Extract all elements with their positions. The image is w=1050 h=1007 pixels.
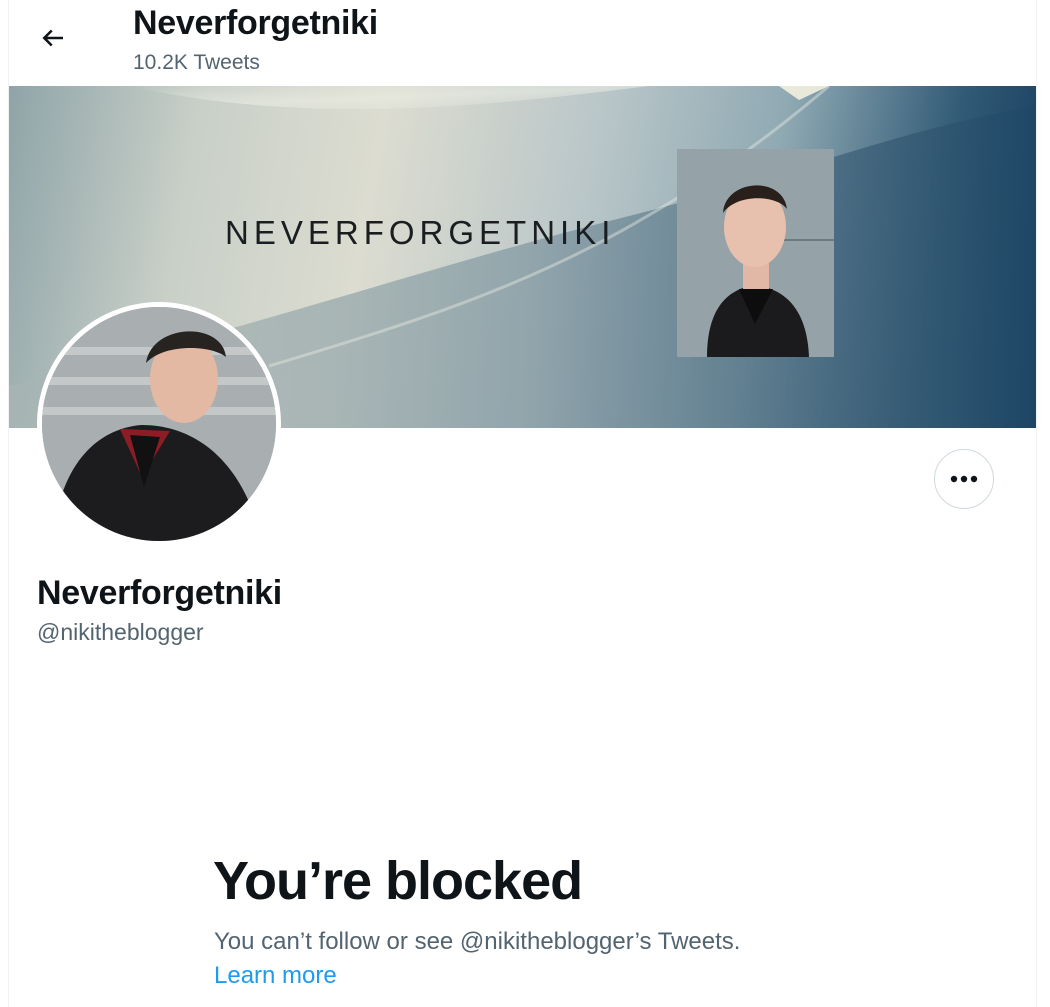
more-options-button[interactable] [934, 449, 994, 509]
back-button[interactable] [31, 18, 75, 62]
profile-handle: @nikitheblogger [37, 619, 204, 645]
more-horizontal-icon [949, 470, 979, 488]
profile-display-name: Neverforgetniki [37, 574, 282, 612]
blocked-heading: You’re blocked [213, 851, 583, 911]
learn-more-link[interactable]: Learn more [214, 962, 337, 990]
tweet-count: 10.2K Tweets [133, 51, 260, 74]
profile-avatar-frame[interactable] [37, 302, 281, 546]
profile-header-bar: Neverforgetniki 10.2K Tweets [9, 0, 1036, 86]
header-title: Neverforgetniki [133, 4, 378, 42]
avatar [42, 307, 276, 541]
banner-brand-text: NEVERFORGETNIKI [225, 214, 616, 251]
blocked-description: You can’t follow or see @nikitheblogger’… [214, 928, 741, 955]
arrow-left-icon [38, 23, 68, 58]
profile-page: Neverforgetniki 10.2K Tweets NEVERFORGET… [8, 0, 1037, 1007]
banner-portrait-photo [677, 149, 834, 357]
